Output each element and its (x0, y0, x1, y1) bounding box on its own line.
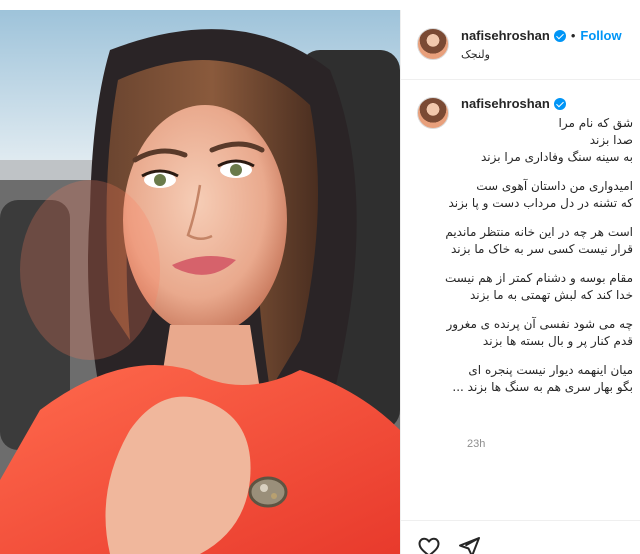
paper-plane-icon[interactable] (457, 535, 481, 554)
caption-line: قدم کنار پر و بال بسته ها بزند (482, 334, 633, 348)
caption-line: به سینه سنگ وفاداری مرا بزند (480, 150, 633, 164)
verified-badge-icon (553, 29, 566, 42)
post-timestamp[interactable]: 23h (467, 438, 485, 450)
selfie-illustration (0, 10, 400, 554)
caption-stanza: شق که نام مرا صدا بزند به سینه سنگ وفادا… (403, 115, 633, 166)
caption-line: صدا بزند (589, 133, 633, 147)
instagram-post: nafisehroshan • Follow ولنجک nafisehrosh… (0, 0, 640, 554)
caption-line: که تشنه در دل مرداب دست و پا بزند (448, 196, 633, 210)
caption-comment: nafisehroshan شق که نام مرا صدا بزند به … (401, 80, 640, 492)
verified-badge-icon (553, 97, 566, 110)
caption-line: مقام بوسه و دشنام کمتر از هم نیست (445, 271, 633, 285)
caption-author-username[interactable]: nafisehroshan (461, 96, 550, 111)
caption-line: بگو بهار سری هم به سنگ ها بزند ... (452, 380, 633, 394)
caption-author-line: nafisehroshan (461, 96, 566, 111)
caption-line: چه می شود نفسی آن پرنده ی مغرور (446, 317, 633, 331)
caption-line: امیدواری من داستان آهوی ست (476, 179, 633, 193)
heart-outline-icon[interactable] (417, 535, 441, 554)
post-actions (401, 520, 640, 554)
caption-line: میان اینهمه دیوار نیست پنجره ای (468, 363, 633, 377)
separator-dot: • (570, 28, 576, 43)
caption-line: خدا کند که لبش تهمتی به ما بزند (470, 288, 633, 302)
caption-stanza: میان اینهمه دیوار نیست پنجره ای بگو بهار… (403, 362, 633, 396)
author-line: nafisehroshan • Follow (461, 28, 622, 43)
follow-button[interactable]: Follow (580, 28, 621, 43)
caption-line: قرار نیست کسی سر به خاک ما بزند (450, 242, 633, 256)
post-header: nafisehroshan • Follow ولنجک (401, 10, 640, 80)
caption-stanza: چه می شود نفسی آن پرنده ی مغرور قدم کنار… (403, 316, 633, 350)
caption-stanza: مقام بوسه و دشنام کمتر از هم نیست خدا کن… (403, 270, 633, 304)
caption-line: شق که نام مرا (558, 116, 633, 130)
post-sidebar: nafisehroshan • Follow ولنجک nafisehrosh… (400, 10, 640, 554)
caption-line: است هر چه در این خانه منتظر ماندیم (445, 225, 633, 239)
author-username[interactable]: nafisehroshan (461, 28, 550, 43)
caption-stanza: است هر چه در این خانه منتظر ماندیم قرار … (403, 224, 633, 258)
post-caption: شق که نام مرا صدا بزند به سینه سنگ وفادا… (403, 115, 633, 408)
post-location[interactable]: ولنجک (461, 48, 490, 61)
author-avatar[interactable] (417, 28, 449, 60)
caption-stanza: امیدواری من داستان آهوی ست که تشنه در دل… (403, 178, 633, 212)
post-photo[interactable] (0, 10, 400, 554)
